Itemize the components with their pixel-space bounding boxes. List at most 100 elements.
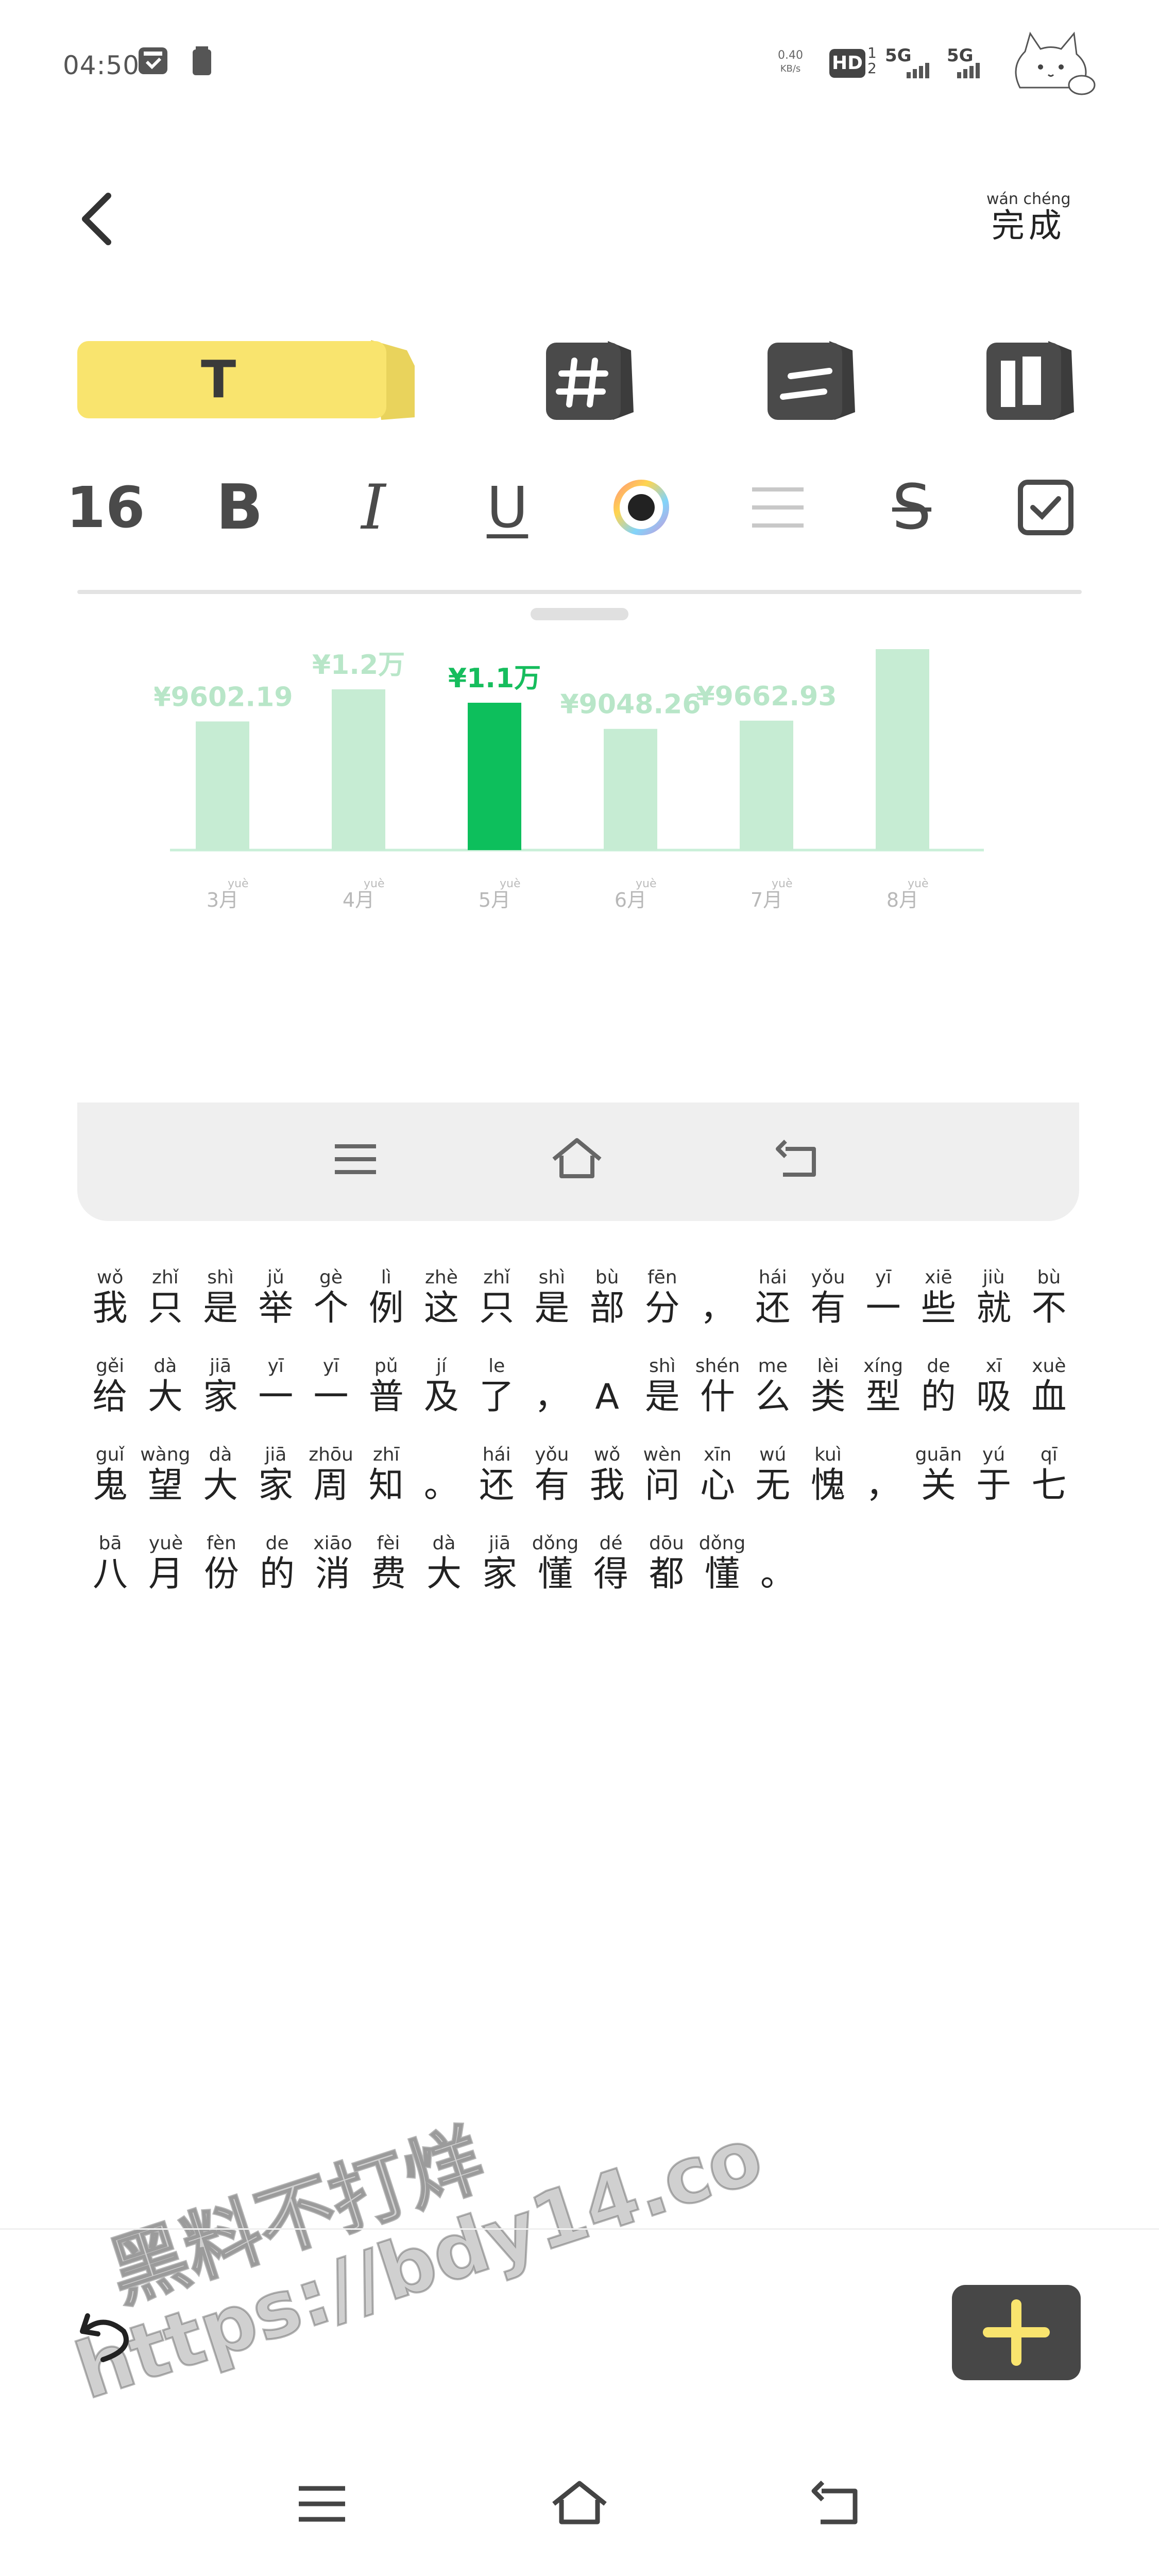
hanzi: 都 [649, 1554, 684, 1595]
chart-bar[interactable] [468, 703, 521, 850]
network-speed: 0.40 KB/s [778, 49, 803, 74]
hanzi: 血 [1031, 1377, 1067, 1417]
hanzi: ， [865, 1465, 901, 1506]
hanzi: 还 [479, 1465, 515, 1506]
pinyin: lèi [817, 1355, 839, 1377]
hd-sim-index: 1 2 [867, 44, 877, 77]
bold-button[interactable]: B [206, 472, 273, 544]
pinyin: wèn [643, 1444, 681, 1465]
month-pinyin: yuè [228, 877, 249, 890]
note-character: pǔ 普 [359, 1356, 414, 1445]
pinyin: zhōu [309, 1444, 353, 1465]
chart-bar[interactable] [196, 721, 249, 850]
pinyin: de [927, 1355, 950, 1377]
system-menu-icon[interactable] [291, 2473, 353, 2535]
tab-text-style[interactable]: T [77, 335, 422, 425]
hanzi: 消 [315, 1554, 350, 1595]
bar-value-label: ¥1.1万 [448, 663, 541, 694]
pinyin: yǒu [811, 1267, 845, 1288]
hanzi: 家 [258, 1465, 294, 1506]
note-character: fēn 分 [635, 1267, 690, 1356]
hanzi: 例 [368, 1288, 404, 1329]
note-character: jiù 就 [966, 1267, 1021, 1356]
hashtag-icon[interactable] [546, 335, 639, 425]
add-button[interactable] [952, 2285, 1081, 2380]
hanzi: 我 [589, 1465, 625, 1506]
underline-button[interactable]: U [474, 474, 541, 541]
note-character: jiā 家 [248, 1445, 303, 1533]
pinyin: dà [432, 1533, 456, 1554]
pinyin: zhī [372, 1444, 400, 1465]
note-character: dé 得 [583, 1533, 639, 1622]
italic-button[interactable]: I [340, 472, 407, 544]
bottom-divider [0, 2228, 1159, 2230]
font-size-button[interactable]: 16 [66, 474, 145, 541]
system-back-icon[interactable] [806, 2473, 868, 2535]
pinyin: wú [759, 1444, 787, 1465]
month-label: 6月 [615, 889, 646, 911]
hanzi: 一 [865, 1288, 901, 1329]
pinyin: xíng [863, 1355, 904, 1377]
month-pinyin: yuè [908, 877, 929, 890]
hanzi: 。 [760, 1554, 795, 1595]
pinyin: gěi [96, 1355, 125, 1377]
pinyin: me [758, 1355, 788, 1377]
note-character: 。 [414, 1445, 469, 1533]
checkbox-button[interactable] [1012, 474, 1079, 541]
note-character: 。 [750, 1533, 806, 1622]
color-wheel-icon [613, 480, 669, 535]
home-icon[interactable] [549, 1131, 605, 1188]
strikethrough-button[interactable]: S [878, 472, 945, 544]
note-character: A [580, 1356, 635, 1445]
pinyin: xuè [1032, 1355, 1066, 1377]
month-pinyin: yuè [772, 877, 793, 890]
pinyin: fēn [647, 1267, 677, 1288]
hanzi: 的 [921, 1377, 956, 1417]
chart-bar[interactable] [876, 649, 929, 850]
hanzi: 七 [1031, 1465, 1067, 1506]
hanzi: A [595, 1377, 619, 1417]
drag-handle[interactable] [531, 608, 628, 620]
note-text-body[interactable]: wǒ 我 zhǐ 只 shì 是 jǔ 举 gè 个 lì 例 zhè 这 zhǐ 只 shì 是 bù 部 fēn 分，… [82, 1267, 1077, 1622]
note-character: le 了 [469, 1356, 524, 1445]
done-button[interactable]: wán chéng 完成 [986, 191, 1071, 245]
pinyin: xiāo [313, 1533, 352, 1554]
pinyin: qī [1040, 1444, 1058, 1465]
text-tab-background [77, 340, 415, 420]
back-arrow-icon[interactable] [770, 1131, 827, 1188]
pinyin: kuì [814, 1444, 842, 1465]
pinyin: jiā [210, 1355, 232, 1377]
pinyin: hái [482, 1444, 511, 1465]
note-character: yī 一 [303, 1356, 359, 1445]
note-character: wèn 问 [635, 1445, 690, 1533]
paragraph-align-icon[interactable] [768, 335, 860, 425]
text-color-button[interactable] [608, 474, 675, 541]
hanzi: 给 [92, 1377, 128, 1417]
chart-bar[interactable] [740, 720, 793, 850]
plus-icon [983, 2299, 1050, 2366]
hanzi: 不 [1031, 1288, 1067, 1329]
note-character: bù 部 [580, 1267, 635, 1356]
hanzi: ， [534, 1377, 570, 1417]
note-character: dǒng 懂 [527, 1533, 583, 1622]
pinyin: gè [319, 1267, 343, 1288]
layout-grid-icon[interactable] [986, 335, 1079, 425]
hanzi: 周 [313, 1465, 349, 1506]
chart-bar[interactable] [604, 728, 657, 850]
month-label: 3月 [207, 889, 238, 911]
align-button[interactable] [744, 474, 811, 541]
pinyin: le [488, 1355, 505, 1377]
undo-icon[interactable] [72, 2303, 139, 2370]
hanzi: 月 [148, 1554, 183, 1595]
back-icon[interactable] [75, 191, 121, 247]
system-home-icon[interactable] [549, 2473, 610, 2535]
note-character: ， [524, 1356, 580, 1445]
menu-icon[interactable] [327, 1131, 384, 1188]
pinyin: yǒu [535, 1444, 569, 1465]
hanzi: 家 [482, 1554, 517, 1595]
hanzi: 分 [644, 1288, 680, 1329]
hanzi: ， [700, 1288, 736, 1329]
chart-bar[interactable] [332, 689, 385, 850]
note-character: xiē 些 [911, 1267, 966, 1356]
cat-avatar-icon [1015, 31, 1096, 95]
